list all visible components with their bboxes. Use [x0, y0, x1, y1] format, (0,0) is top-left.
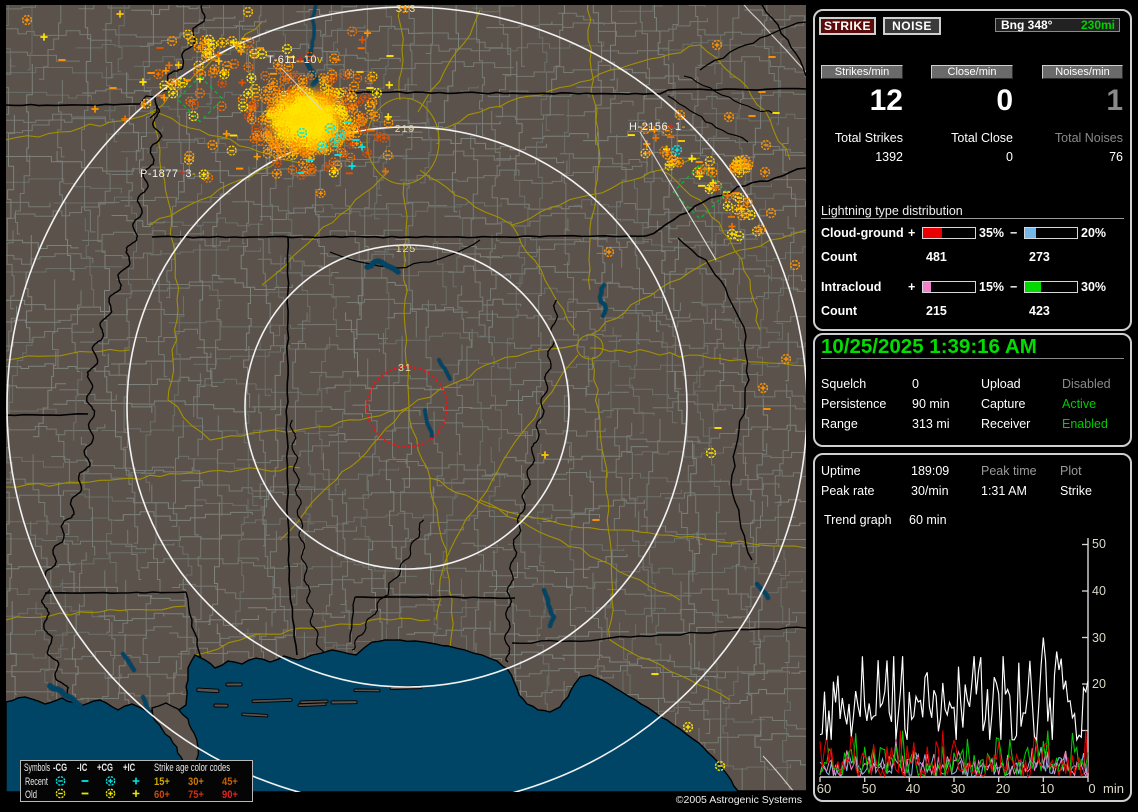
svg-text:313: 313: [396, 5, 417, 15]
svg-text:T-611+10v: T-611+10v: [267, 54, 323, 66]
svg-text:©2005 Astrogenic Systems: ©2005 Astrogenic Systems: [676, 794, 802, 806]
svg-text:219: 219: [395, 123, 416, 135]
svg-text:H-2156+1-: H-2156+1-: [629, 121, 686, 133]
svg-text:P-1877+3-: P-1877+3-: [140, 168, 196, 180]
svg-text:31: 31: [398, 362, 412, 374]
svg-text:125: 125: [396, 243, 417, 255]
